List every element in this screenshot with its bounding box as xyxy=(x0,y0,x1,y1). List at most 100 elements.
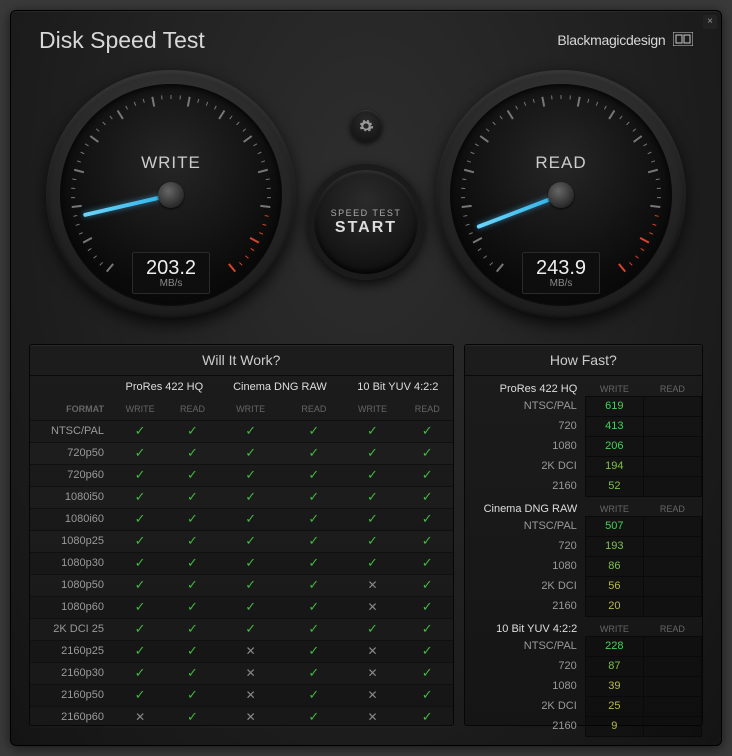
table-row: 2K DCI25 xyxy=(465,696,702,716)
check-icon: ✓ xyxy=(187,687,198,702)
table-row: 1080i60✓✓✓✓✓✓ xyxy=(30,508,453,530)
table-row: NTSC/PAL507 xyxy=(465,516,702,536)
check-icon: ✓ xyxy=(187,467,198,482)
check-icon: ✓ xyxy=(367,467,378,482)
table-row: 1080206 xyxy=(465,436,702,456)
check-icon: ✓ xyxy=(422,467,433,482)
check-icon: ✓ xyxy=(245,555,256,570)
check-icon: ✓ xyxy=(308,709,319,724)
table-row: 720193 xyxy=(465,536,702,556)
x-icon: ✕ xyxy=(367,710,377,724)
check-icon: ✓ xyxy=(422,423,433,438)
check-icon: ✓ xyxy=(308,643,319,658)
check-icon: ✓ xyxy=(135,533,146,548)
check-icon: ✓ xyxy=(367,533,378,548)
check-icon: ✓ xyxy=(422,511,433,526)
check-icon: ✓ xyxy=(245,577,256,592)
x-icon: ✕ xyxy=(367,600,377,614)
check-icon: ✓ xyxy=(135,489,146,504)
check-icon: ✓ xyxy=(187,643,198,658)
table-row: 1080p25✓✓✓✓✓✓ xyxy=(30,530,453,552)
check-icon: ✓ xyxy=(422,599,433,614)
check-icon: ✓ xyxy=(187,533,198,548)
gear-icon xyxy=(358,118,374,134)
check-icon: ✓ xyxy=(367,511,378,526)
will-it-work-table: ProRes 422 HQ Cinema DNG RAW 10 Bit YUV … xyxy=(30,376,453,728)
check-icon: ✓ xyxy=(422,533,433,548)
check-icon: ✓ xyxy=(422,687,433,702)
check-icon: ✓ xyxy=(422,621,433,636)
check-icon: ✓ xyxy=(245,621,256,636)
check-icon: ✓ xyxy=(135,445,146,460)
close-button[interactable]: × xyxy=(703,15,717,29)
will-it-work-panel: Will It Work? ProRes 422 HQ Cinema DNG R… xyxy=(29,344,454,726)
check-icon: ✓ xyxy=(308,665,319,680)
check-icon: ✓ xyxy=(308,555,319,570)
table-row: 1080p30✓✓✓✓✓✓ xyxy=(30,552,453,574)
table-row: NTSC/PAL✓✓✓✓✓✓ xyxy=(30,420,453,442)
check-icon: ✓ xyxy=(367,423,378,438)
check-icon: ✓ xyxy=(308,599,319,614)
app-window: × Disk Speed Test Blackmagicdesign WRITE… xyxy=(10,10,722,746)
check-icon: ✓ xyxy=(187,599,198,614)
check-icon: ✓ xyxy=(367,621,378,636)
table-row: 1080p60✓✓✓✓✕✓ xyxy=(30,596,453,618)
check-icon: ✓ xyxy=(308,489,319,504)
check-icon: ✓ xyxy=(308,423,319,438)
check-icon: ✓ xyxy=(367,445,378,460)
check-icon: ✓ xyxy=(308,467,319,482)
table-row: 2160p30✓✓✕✓✕✓ xyxy=(30,662,453,684)
x-icon: ✕ xyxy=(367,578,377,592)
check-icon: ✓ xyxy=(135,665,146,680)
check-icon: ✓ xyxy=(245,533,256,548)
read-value-box: 243.9 MB/s xyxy=(522,252,600,294)
start-button[interactable]: SPEED TEST START xyxy=(308,164,424,280)
x-icon: ✕ xyxy=(246,644,256,658)
x-icon: ✕ xyxy=(135,710,145,724)
check-icon: ✓ xyxy=(187,621,198,636)
check-icon: ✓ xyxy=(245,445,256,460)
check-icon: ✓ xyxy=(135,467,146,482)
check-icon: ✓ xyxy=(245,467,256,482)
read-gauge: READ 243.9 MB/s xyxy=(436,70,686,320)
check-icon: ✓ xyxy=(367,489,378,504)
panel-title: Will It Work? xyxy=(30,345,453,376)
check-icon: ✓ xyxy=(135,423,146,438)
table-row: 720p60✓✓✓✓✓✓ xyxy=(30,464,453,486)
x-icon: ✕ xyxy=(367,666,377,680)
table-row: NTSC/PAL619 xyxy=(465,396,702,416)
check-icon: ✓ xyxy=(422,665,433,680)
table-row: 2K DCI 25✓✓✓✓✓✓ xyxy=(30,618,453,640)
check-icon: ✓ xyxy=(308,511,319,526)
check-icon: ✓ xyxy=(187,665,198,680)
settings-button[interactable] xyxy=(350,110,382,142)
table-row: 216020 xyxy=(465,596,702,616)
check-icon: ✓ xyxy=(187,555,198,570)
read-gauge-label: READ xyxy=(436,153,686,173)
check-icon: ✓ xyxy=(135,599,146,614)
app-title: Disk Speed Test xyxy=(39,27,205,54)
gauge-area: WRITE 203.2 MB/s SPEED TEST START READ xyxy=(11,62,721,344)
x-icon: ✕ xyxy=(367,688,377,702)
brand-icon xyxy=(673,32,693,49)
check-icon: ✓ xyxy=(135,687,146,702)
write-value-box: 203.2 MB/s xyxy=(132,252,210,294)
table-row: 2160p25✓✓✕✓✕✓ xyxy=(30,640,453,662)
table-row: 1080i50✓✓✓✓✓✓ xyxy=(30,486,453,508)
check-icon: ✓ xyxy=(135,577,146,592)
check-icon: ✓ xyxy=(308,687,319,702)
table-row: 2K DCI56 xyxy=(465,576,702,596)
check-icon: ✓ xyxy=(187,445,198,460)
check-icon: ✓ xyxy=(135,621,146,636)
write-gauge: WRITE 203.2 MB/s xyxy=(46,70,296,320)
titlebar: Disk Speed Test Blackmagicdesign xyxy=(11,11,721,62)
x-icon: ✕ xyxy=(246,710,256,724)
write-gauge-label: WRITE xyxy=(46,153,296,173)
check-icon: ✓ xyxy=(187,709,198,724)
how-fast-panel: How Fast? ProRes 422 HQWRITEREADNTSC/PAL… xyxy=(464,344,703,726)
check-icon: ✓ xyxy=(422,643,433,658)
table-row: 216052 xyxy=(465,476,702,496)
check-icon: ✓ xyxy=(422,577,433,592)
x-icon: ✕ xyxy=(367,644,377,658)
table-row: 1080p50✓✓✓✓✕✓ xyxy=(30,574,453,596)
